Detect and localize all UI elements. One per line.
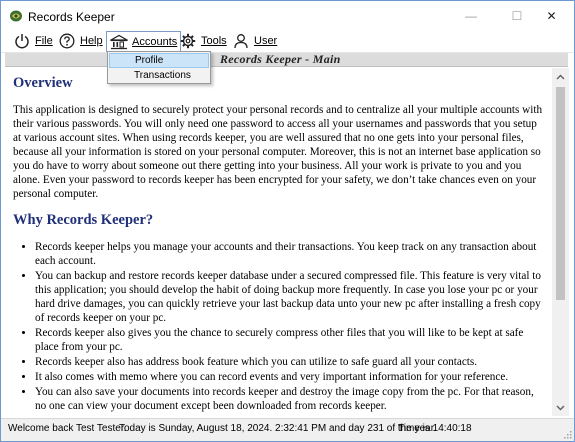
menu-accounts-label: Accounts (132, 35, 178, 48)
overview-heading: Overview (13, 75, 73, 91)
scroll-up-button[interactable] (552, 68, 569, 85)
minimize-icon: — (465, 9, 477, 23)
menu-file[interactable]: File (13, 31, 53, 51)
why-heading: Why Records Keeper? (13, 212, 154, 228)
accounts-dropdown: Profile Transactions (107, 51, 211, 84)
dropdown-item-transactions[interactable]: Transactions (109, 68, 209, 83)
resize-grip-icon[interactable] (562, 429, 572, 439)
close-icon: ✕ (546, 9, 557, 23)
minimize-button[interactable]: — (448, 1, 494, 31)
window-title: Records Keeper (28, 10, 115, 24)
menu-file-label: File (35, 35, 53, 47)
app-logo-icon (9, 9, 23, 23)
status-welcome: Welcome back Test Tester. (8, 423, 127, 434)
chevron-up-icon (556, 74, 565, 79)
status-bar: Welcome back Test Tester. Today is Sunda… (1, 418, 574, 441)
menu-tools-label: Tools (201, 35, 227, 47)
dropdown-item-profile[interactable]: Profile (109, 53, 209, 68)
features-list: Records keeper helps you manage your acc… (35, 240, 544, 413)
bank-icon (110, 33, 128, 51)
menu-help-label: Help (80, 35, 103, 47)
menu-accounts[interactable]: Accounts (106, 31, 182, 52)
list-item: Records keeper also has address book fea… (35, 355, 544, 369)
power-icon (13, 32, 31, 50)
menu-user-label: User (254, 35, 278, 47)
content-area: Overview This application is designed to… (5, 68, 552, 416)
menu-bar: File Help Accounts Tools User (1, 31, 574, 53)
close-button[interactable]: ✕ (529, 1, 574, 31)
help-icon (58, 32, 76, 50)
chevron-down-icon (556, 405, 565, 410)
list-item: You can also save your documents into re… (35, 385, 544, 413)
user-icon (232, 32, 250, 50)
vertical-scrollbar[interactable] (552, 68, 569, 416)
menu-help[interactable]: Help (58, 31, 103, 51)
banner-title: Records Keeper - Main (220, 52, 341, 66)
title-bar: Records Keeper — ☐ ✕ (1, 1, 574, 31)
list-item: Records keeper also gives you the chance… (35, 326, 544, 354)
overview-text: This application is designed to securely… (13, 104, 543, 200)
list-item: You can backup and restore records keepe… (35, 269, 544, 325)
list-item: It also comes with memo where you can re… (35, 370, 544, 384)
status-time: Time is 14:40:18 (398, 423, 472, 434)
list-item: Records keeper helps you manage your acc… (35, 240, 544, 268)
menu-tools[interactable]: Tools (179, 31, 227, 51)
gear-icon (179, 32, 197, 50)
menu-user[interactable]: User (232, 31, 277, 51)
status-date: Today is Sunday, August 18, 2024. 2:32:4… (119, 423, 437, 434)
scroll-thumb[interactable] (556, 87, 565, 300)
scroll-down-button[interactable] (552, 399, 569, 416)
main-banner: Records Keeper - Main (5, 52, 568, 67)
app-window: Records Keeper — ☐ ✕ File Help Accounts (0, 0, 575, 442)
maximize-icon: ☐ (511, 9, 523, 23)
